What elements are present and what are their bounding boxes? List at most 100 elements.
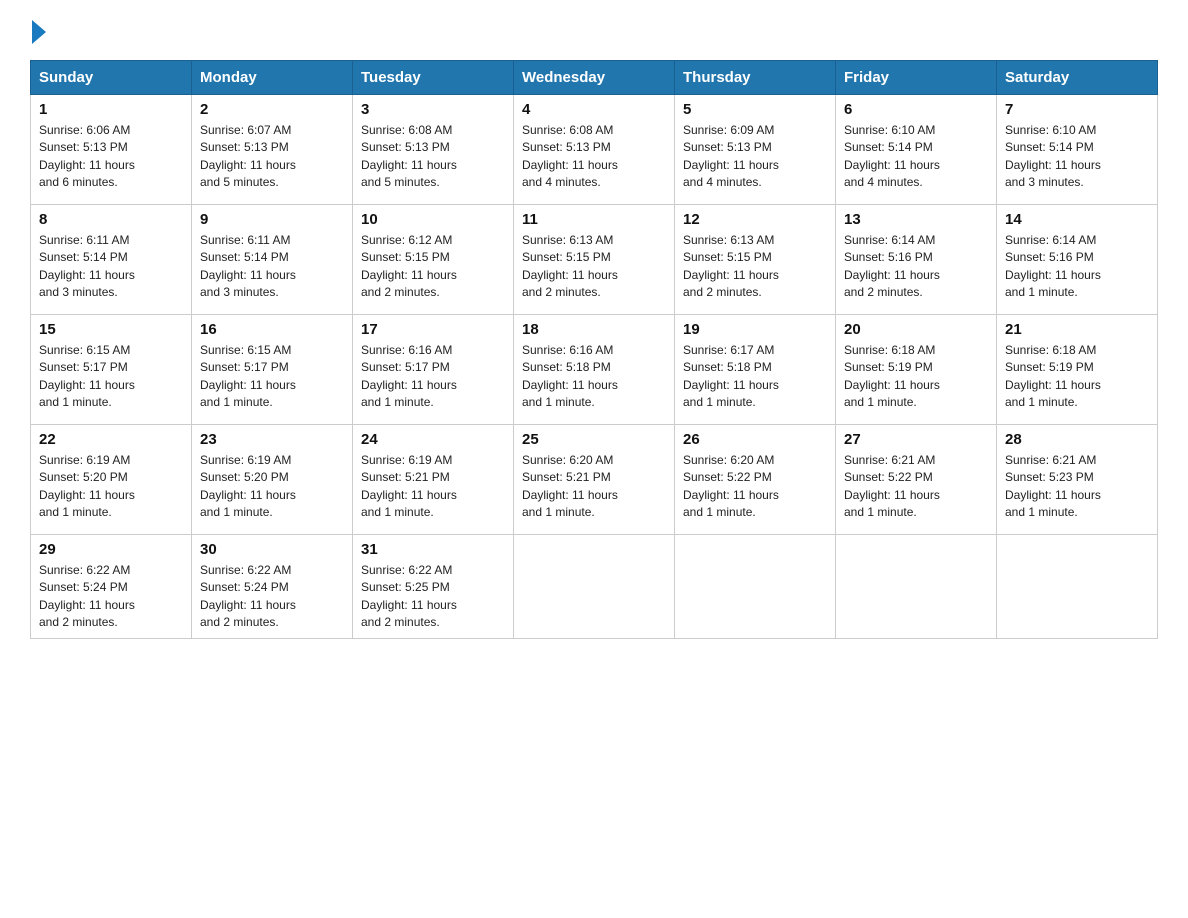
logo	[30, 20, 46, 42]
day-info: Sunrise: 6:15 AMSunset: 5:17 PMDaylight:…	[200, 342, 344, 412]
day-info: Sunrise: 6:13 AMSunset: 5:15 PMDaylight:…	[683, 232, 827, 302]
calendar-cell: 18 Sunrise: 6:16 AMSunset: 5:18 PMDaylig…	[514, 315, 675, 425]
column-header-wednesday: Wednesday	[514, 61, 675, 95]
page-header	[30, 20, 1158, 42]
day-info: Sunrise: 6:13 AMSunset: 5:15 PMDaylight:…	[522, 232, 666, 302]
calendar-cell: 11 Sunrise: 6:13 AMSunset: 5:15 PMDaylig…	[514, 205, 675, 315]
calendar-cell: 4 Sunrise: 6:08 AMSunset: 5:13 PMDayligh…	[514, 95, 675, 205]
day-info: Sunrise: 6:11 AMSunset: 5:14 PMDaylight:…	[39, 232, 183, 302]
day-info: Sunrise: 6:18 AMSunset: 5:19 PMDaylight:…	[1005, 342, 1149, 412]
day-number: 6	[844, 101, 988, 118]
calendar-cell: 15 Sunrise: 6:15 AMSunset: 5:17 PMDaylig…	[31, 315, 192, 425]
day-number: 14	[1005, 211, 1149, 228]
day-info: Sunrise: 6:22 AMSunset: 5:25 PMDaylight:…	[361, 562, 505, 632]
day-number: 24	[361, 431, 505, 448]
calendar-cell: 22 Sunrise: 6:19 AMSunset: 5:20 PMDaylig…	[31, 425, 192, 535]
day-info: Sunrise: 6:14 AMSunset: 5:16 PMDaylight:…	[1005, 232, 1149, 302]
column-header-monday: Monday	[192, 61, 353, 95]
day-info: Sunrise: 6:08 AMSunset: 5:13 PMDaylight:…	[522, 122, 666, 192]
calendar-week-row: 1 Sunrise: 6:06 AMSunset: 5:13 PMDayligh…	[31, 95, 1158, 205]
calendar-cell: 23 Sunrise: 6:19 AMSunset: 5:20 PMDaylig…	[192, 425, 353, 535]
day-info: Sunrise: 6:21 AMSunset: 5:22 PMDaylight:…	[844, 452, 988, 522]
day-number: 29	[39, 541, 183, 558]
calendar-cell: 8 Sunrise: 6:11 AMSunset: 5:14 PMDayligh…	[31, 205, 192, 315]
calendar-cell: 19 Sunrise: 6:17 AMSunset: 5:18 PMDaylig…	[675, 315, 836, 425]
column-header-friday: Friday	[836, 61, 997, 95]
day-info: Sunrise: 6:20 AMSunset: 5:21 PMDaylight:…	[522, 452, 666, 522]
day-info: Sunrise: 6:19 AMSunset: 5:20 PMDaylight:…	[200, 452, 344, 522]
day-info: Sunrise: 6:10 AMSunset: 5:14 PMDaylight:…	[844, 122, 988, 192]
day-info: Sunrise: 6:14 AMSunset: 5:16 PMDaylight:…	[844, 232, 988, 302]
day-number: 7	[1005, 101, 1149, 118]
day-info: Sunrise: 6:19 AMSunset: 5:20 PMDaylight:…	[39, 452, 183, 522]
day-info: Sunrise: 6:16 AMSunset: 5:18 PMDaylight:…	[522, 342, 666, 412]
calendar-cell	[836, 535, 997, 639]
calendar-cell: 5 Sunrise: 6:09 AMSunset: 5:13 PMDayligh…	[675, 95, 836, 205]
day-info: Sunrise: 6:22 AMSunset: 5:24 PMDaylight:…	[200, 562, 344, 632]
calendar-cell: 17 Sunrise: 6:16 AMSunset: 5:17 PMDaylig…	[353, 315, 514, 425]
calendar-cell: 29 Sunrise: 6:22 AMSunset: 5:24 PMDaylig…	[31, 535, 192, 639]
day-number: 28	[1005, 431, 1149, 448]
day-info: Sunrise: 6:06 AMSunset: 5:13 PMDaylight:…	[39, 122, 183, 192]
day-number: 22	[39, 431, 183, 448]
day-info: Sunrise: 6:12 AMSunset: 5:15 PMDaylight:…	[361, 232, 505, 302]
calendar-cell: 27 Sunrise: 6:21 AMSunset: 5:22 PMDaylig…	[836, 425, 997, 535]
calendar-week-row: 29 Sunrise: 6:22 AMSunset: 5:24 PMDaylig…	[31, 535, 1158, 639]
calendar-cell: 20 Sunrise: 6:18 AMSunset: 5:19 PMDaylig…	[836, 315, 997, 425]
day-number: 20	[844, 321, 988, 338]
day-info: Sunrise: 6:11 AMSunset: 5:14 PMDaylight:…	[200, 232, 344, 302]
day-number: 18	[522, 321, 666, 338]
day-info: Sunrise: 6:08 AMSunset: 5:13 PMDaylight:…	[361, 122, 505, 192]
day-number: 5	[683, 101, 827, 118]
calendar-cell: 28 Sunrise: 6:21 AMSunset: 5:23 PMDaylig…	[997, 425, 1158, 535]
calendar-cell: 25 Sunrise: 6:20 AMSunset: 5:21 PMDaylig…	[514, 425, 675, 535]
day-number: 17	[361, 321, 505, 338]
day-number: 21	[1005, 321, 1149, 338]
day-number: 30	[200, 541, 344, 558]
calendar-cell: 6 Sunrise: 6:10 AMSunset: 5:14 PMDayligh…	[836, 95, 997, 205]
day-number: 3	[361, 101, 505, 118]
calendar-cell	[514, 535, 675, 639]
day-number: 19	[683, 321, 827, 338]
day-number: 13	[844, 211, 988, 228]
calendar-cell: 30 Sunrise: 6:22 AMSunset: 5:24 PMDaylig…	[192, 535, 353, 639]
calendar-cell: 2 Sunrise: 6:07 AMSunset: 5:13 PMDayligh…	[192, 95, 353, 205]
day-number: 23	[200, 431, 344, 448]
calendar-cell: 16 Sunrise: 6:15 AMSunset: 5:17 PMDaylig…	[192, 315, 353, 425]
column-header-saturday: Saturday	[997, 61, 1158, 95]
calendar-table: SundayMondayTuesdayWednesdayThursdayFrid…	[30, 60, 1158, 639]
calendar-cell: 1 Sunrise: 6:06 AMSunset: 5:13 PMDayligh…	[31, 95, 192, 205]
day-info: Sunrise: 6:10 AMSunset: 5:14 PMDaylight:…	[1005, 122, 1149, 192]
day-number: 25	[522, 431, 666, 448]
calendar-cell: 3 Sunrise: 6:08 AMSunset: 5:13 PMDayligh…	[353, 95, 514, 205]
day-info: Sunrise: 6:15 AMSunset: 5:17 PMDaylight:…	[39, 342, 183, 412]
calendar-week-row: 15 Sunrise: 6:15 AMSunset: 5:17 PMDaylig…	[31, 315, 1158, 425]
calendar-cell: 24 Sunrise: 6:19 AMSunset: 5:21 PMDaylig…	[353, 425, 514, 535]
day-info: Sunrise: 6:16 AMSunset: 5:17 PMDaylight:…	[361, 342, 505, 412]
day-number: 2	[200, 101, 344, 118]
column-header-sunday: Sunday	[31, 61, 192, 95]
day-info: Sunrise: 6:17 AMSunset: 5:18 PMDaylight:…	[683, 342, 827, 412]
column-header-tuesday: Tuesday	[353, 61, 514, 95]
day-number: 10	[361, 211, 505, 228]
day-info: Sunrise: 6:21 AMSunset: 5:23 PMDaylight:…	[1005, 452, 1149, 522]
day-info: Sunrise: 6:18 AMSunset: 5:19 PMDaylight:…	[844, 342, 988, 412]
calendar-cell: 9 Sunrise: 6:11 AMSunset: 5:14 PMDayligh…	[192, 205, 353, 315]
day-number: 12	[683, 211, 827, 228]
calendar-cell: 7 Sunrise: 6:10 AMSunset: 5:14 PMDayligh…	[997, 95, 1158, 205]
day-number: 1	[39, 101, 183, 118]
day-number: 15	[39, 321, 183, 338]
logo-arrow-icon	[32, 20, 46, 44]
calendar-cell: 26 Sunrise: 6:20 AMSunset: 5:22 PMDaylig…	[675, 425, 836, 535]
calendar-cell	[675, 535, 836, 639]
day-number: 26	[683, 431, 827, 448]
calendar-cell	[997, 535, 1158, 639]
calendar-cell: 12 Sunrise: 6:13 AMSunset: 5:15 PMDaylig…	[675, 205, 836, 315]
day-info: Sunrise: 6:19 AMSunset: 5:21 PMDaylight:…	[361, 452, 505, 522]
day-number: 11	[522, 211, 666, 228]
calendar-week-row: 22 Sunrise: 6:19 AMSunset: 5:20 PMDaylig…	[31, 425, 1158, 535]
day-number: 4	[522, 101, 666, 118]
calendar-cell: 10 Sunrise: 6:12 AMSunset: 5:15 PMDaylig…	[353, 205, 514, 315]
column-header-thursday: Thursday	[675, 61, 836, 95]
calendar-cell: 21 Sunrise: 6:18 AMSunset: 5:19 PMDaylig…	[997, 315, 1158, 425]
